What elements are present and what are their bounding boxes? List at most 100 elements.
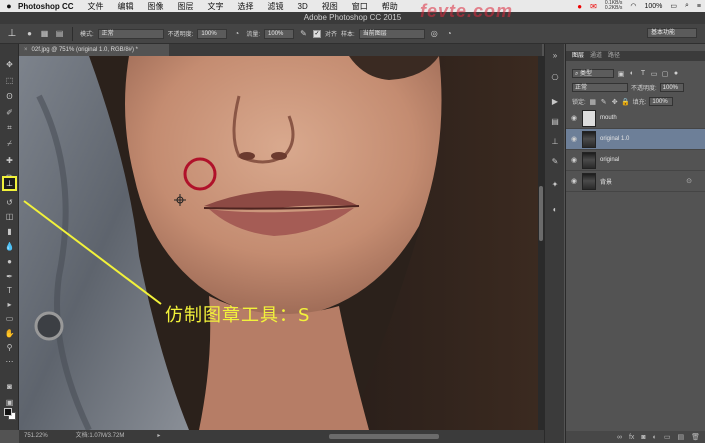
clone-source-icon[interactable]: ▤	[54, 28, 65, 39]
menu-filter[interactable]: 滤镜	[268, 1, 284, 12]
delete-layer-icon[interactable]: 🗑	[691, 433, 700, 441]
more-tools-icon[interactable]: ⋯	[3, 355, 16, 367]
pen-tool-icon[interactable]: ✒	[3, 270, 16, 282]
quick-mask-icon[interactable]: ◙	[3, 380, 16, 392]
pressure-size-icon[interactable]: ◔	[444, 28, 455, 39]
menu-type[interactable]: 文字	[208, 1, 224, 12]
document-tab[interactable]: × 02f.jpg @ 751% (original 1.0, RGB/8#) *	[19, 44, 169, 56]
eye-icon[interactable]: ◉	[566, 156, 582, 164]
layer-style-icon[interactable]: fx	[629, 434, 634, 441]
path-select-tool-icon[interactable]: ▸	[3, 298, 16, 310]
menu-select[interactable]: 选择	[238, 1, 254, 12]
workspace-select[interactable]: 基本功能	[647, 28, 697, 38]
move-tool-icon[interactable]: ✥	[3, 58, 16, 70]
list-icon[interactable]: ≡	[697, 3, 701, 10]
menu-app-name[interactable]: Photoshop CC	[18, 2, 74, 11]
type-tool-icon[interactable]: T	[3, 284, 16, 296]
filter-type-select[interactable]: ⌕ 类型	[572, 69, 614, 78]
eyedropper-tool-icon[interactable]: ⌿	[3, 138, 16, 150]
history-panel-icon[interactable]: ⎔	[550, 72, 560, 82]
brush-panel-icon[interactable]: ▦	[39, 28, 50, 39]
aligned-checkbox[interactable]: ✓	[313, 29, 322, 38]
horizontal-scroll-thumb[interactable]	[329, 434, 439, 439]
add-mask-icon[interactable]: ◙	[641, 434, 645, 441]
filter-toggle-icon[interactable]: ●	[672, 70, 680, 78]
healing-brush-tool-icon[interactable]: ✚	[3, 154, 16, 166]
layer-name[interactable]: original	[600, 157, 619, 163]
dodge-tool-icon[interactable]: ●	[3, 255, 16, 267]
lasso-tool-icon[interactable]: ʘ	[3, 90, 16, 102]
menu-image[interactable]: 图像	[148, 1, 164, 12]
menu-view[interactable]: 视图	[322, 1, 338, 12]
close-tab-icon[interactable]: ×	[24, 47, 28, 53]
status-menu-icon[interactable]: ▸	[157, 433, 160, 439]
zoom-tool-icon[interactable]: ⚲	[3, 341, 16, 353]
layer-original-1-0[interactable]: ◉ original 1.0	[566, 129, 705, 150]
filter-shape-icon[interactable]: ▭	[650, 70, 658, 78]
tab-paths[interactable]: 路径	[608, 51, 620, 61]
quick-select-tool-icon[interactable]: ✐	[3, 106, 16, 118]
lock-all-icon[interactable]: 🔒	[621, 98, 630, 106]
foreground-color-swatch[interactable]	[4, 408, 12, 416]
filter-smart-icon[interactable]: ▢	[661, 70, 669, 78]
menu-file[interactable]: 文件	[88, 1, 104, 12]
filter-type-icon[interactable]: T	[639, 70, 647, 78]
eye-icon[interactable]: ◉	[566, 177, 582, 185]
menu-layer[interactable]: 图层	[178, 1, 194, 12]
menu-edit[interactable]: 编辑	[118, 1, 134, 12]
adjustment-layer-icon[interactable]: ◐	[653, 434, 657, 441]
lock-paint-icon[interactable]: ✎	[600, 98, 608, 106]
lock-transparent-icon[interactable]: ▦	[589, 98, 597, 106]
layer-original[interactable]: ◉ original	[566, 150, 705, 171]
hand-tool-icon[interactable]: ✋	[3, 327, 16, 339]
vertical-scroll-thumb[interactable]	[539, 186, 543, 241]
eye-icon[interactable]: ◉	[566, 114, 582, 122]
link-layers-icon[interactable]: ∞	[617, 434, 622, 441]
mode-select[interactable]: 正常	[97, 28, 164, 39]
opacity-input[interactable]: 100%	[197, 28, 228, 39]
blend-mode-select[interactable]: 正常	[572, 83, 628, 92]
menu-help[interactable]: 帮助	[382, 1, 398, 12]
clone-stamp-tool-icon[interactable]: ⊥	[4, 26, 20, 42]
brush-presets-icon[interactable]: ✎	[550, 156, 560, 166]
collapse-dock-icon[interactable]: »	[550, 50, 560, 60]
shape-tool-icon[interactable]: ▭	[3, 312, 16, 324]
flow-input[interactable]: 100%	[264, 28, 295, 39]
filter-pixel-icon[interactable]: ▣	[617, 70, 625, 78]
layer-opacity-input[interactable]: 100%	[659, 83, 684, 92]
blur-tool-icon[interactable]: 💧	[3, 240, 16, 252]
new-group-icon[interactable]: ▭	[664, 433, 671, 441]
adjustments-panel-icon[interactable]: ◐	[550, 204, 560, 214]
menu-3d[interactable]: 3D	[298, 2, 308, 11]
eye-icon[interactable]: ◉	[566, 135, 582, 143]
marquee-tool-icon[interactable]: ⬚	[3, 74, 16, 86]
layer-name[interactable]: mouth	[600, 115, 617, 121]
gradient-tool-icon[interactable]: ▮	[3, 225, 16, 237]
brush-panel-icon[interactable]: ✦	[550, 179, 560, 189]
pressure-opacity-icon[interactable]: ◔	[231, 28, 242, 39]
airbrush-icon[interactable]: ✎	[298, 28, 309, 39]
tab-channels[interactable]: 通道	[590, 51, 602, 61]
history-brush-tool-icon[interactable]: ↺	[3, 196, 16, 208]
eraser-tool-icon[interactable]: ◫	[3, 210, 16, 222]
clone-source-panel-icon[interactable]: ⊥	[550, 136, 560, 146]
layer-mouth[interactable]: ◉ mouth	[566, 108, 705, 129]
document-size[interactable]: 文档:1.07M/3.72M	[76, 430, 156, 443]
screen-mode-icon[interactable]: ▣	[3, 396, 16, 408]
lock-move-icon[interactable]: ✥	[611, 98, 619, 106]
sample-select[interactable]: 当前图层	[358, 28, 425, 39]
new-layer-icon[interactable]: ▤	[677, 433, 684, 441]
ignore-adjustment-icon[interactable]: ◎	[429, 28, 440, 39]
canvas[interactable]	[19, 56, 538, 430]
crop-tool-icon[interactable]: ⌗	[3, 122, 16, 134]
menu-window[interactable]: 窗口	[352, 1, 368, 12]
clone-stamp-tool-icon[interactable]: ⊥	[2, 176, 17, 191]
apple-icon[interactable]: ●	[0, 1, 18, 11]
fill-input[interactable]: 100%	[649, 97, 674, 106]
actions-panel-icon[interactable]: ▶	[550, 96, 560, 106]
layer-name[interactable]: original 1.0	[600, 136, 629, 142]
layer-name[interactable]: 背景	[600, 177, 612, 186]
filter-adjust-icon[interactable]: ◐	[628, 70, 636, 78]
brush-size-icon[interactable]: ●	[24, 28, 35, 39]
tab-layers[interactable]: 图层	[572, 51, 584, 61]
